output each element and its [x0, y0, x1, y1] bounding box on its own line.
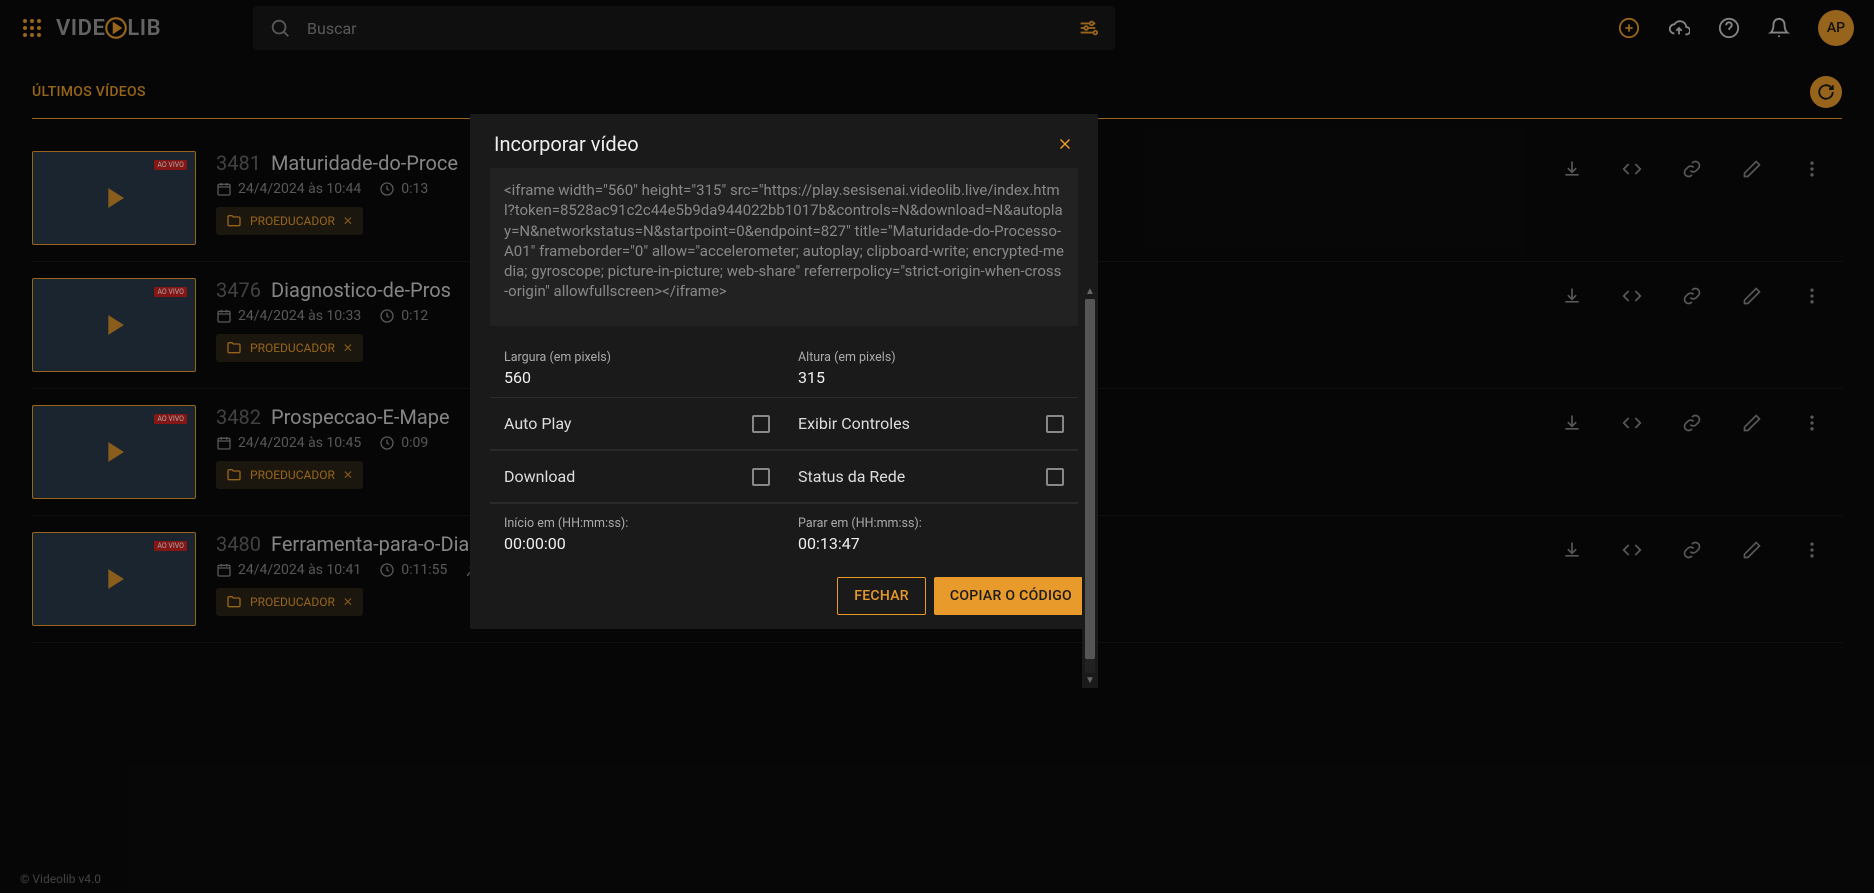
height-label: Altura (em pixels)	[798, 350, 1064, 365]
controls-label: Exibir Controles	[798, 414, 910, 433]
scroll-thumb[interactable]	[1085, 299, 1095, 659]
controls-checkbox[interactable]	[1046, 415, 1064, 433]
autoplay-label: Auto Play	[504, 414, 571, 433]
modal-body: <iframe width="560" height="315" src="ht…	[470, 168, 1098, 563]
network-toggle: Status da Rede	[784, 451, 1078, 503]
dimensions-row: Largura (em pixels) 560 Altura (em pixel…	[490, 338, 1078, 398]
end-field[interactable]: Parar em (HH:mm:ss): 00:13:47	[784, 504, 1078, 563]
width-label: Largura (em pixels)	[504, 350, 770, 365]
close-icon[interactable]	[1056, 135, 1074, 153]
embed-modal: Incorporar vídeo <iframe width="560" hei…	[470, 114, 1098, 629]
end-label: Parar em (HH:mm:ss):	[798, 516, 1064, 531]
copy-code-button[interactable]: COPIAR O CÓDIGO	[934, 577, 1088, 615]
network-label: Status da Rede	[798, 467, 905, 486]
network-checkbox[interactable]	[1046, 468, 1064, 486]
autoplay-toggle: Auto Play	[490, 398, 784, 450]
modal-scrollbar[interactable]: ▲ ▼	[1082, 284, 1098, 688]
timing-row: Início em (HH:mm:ss): 00:00:00 Parar em …	[490, 504, 1078, 563]
download-label: Download	[504, 467, 575, 486]
height-value: 315	[798, 368, 1064, 387]
autoplay-checkbox[interactable]	[752, 415, 770, 433]
start-label: Início em (HH:mm:ss):	[504, 516, 770, 531]
scroll-up-icon[interactable]: ▲	[1083, 284, 1097, 299]
scroll-track[interactable]	[1085, 299, 1095, 673]
modal-header: Incorporar vídeo	[470, 114, 1098, 168]
start-value: 00:00:00	[504, 534, 770, 553]
width-value: 560	[504, 368, 770, 387]
modal-title: Incorporar vídeo	[494, 132, 639, 156]
toggles-row-1: Auto Play Exibir Controles	[490, 398, 1078, 451]
download-checkbox[interactable]	[752, 468, 770, 486]
toggles-row-2: Download Status da Rede	[490, 451, 1078, 504]
controls-toggle: Exibir Controles	[784, 398, 1078, 450]
download-toggle: Download	[490, 451, 784, 503]
end-value: 00:13:47	[798, 534, 1064, 553]
scroll-down-icon[interactable]: ▼	[1083, 673, 1097, 688]
close-button[interactable]: FECHAR	[837, 577, 926, 615]
embed-code-textarea[interactable]: <iframe width="560" height="315" src="ht…	[490, 168, 1078, 326]
modal-footer: FECHAR COPIAR O CÓDIGO	[470, 563, 1098, 629]
height-field[interactable]: Altura (em pixels) 315	[784, 338, 1078, 397]
start-field[interactable]: Início em (HH:mm:ss): 00:00:00	[490, 504, 784, 563]
width-field[interactable]: Largura (em pixels) 560	[490, 338, 784, 397]
